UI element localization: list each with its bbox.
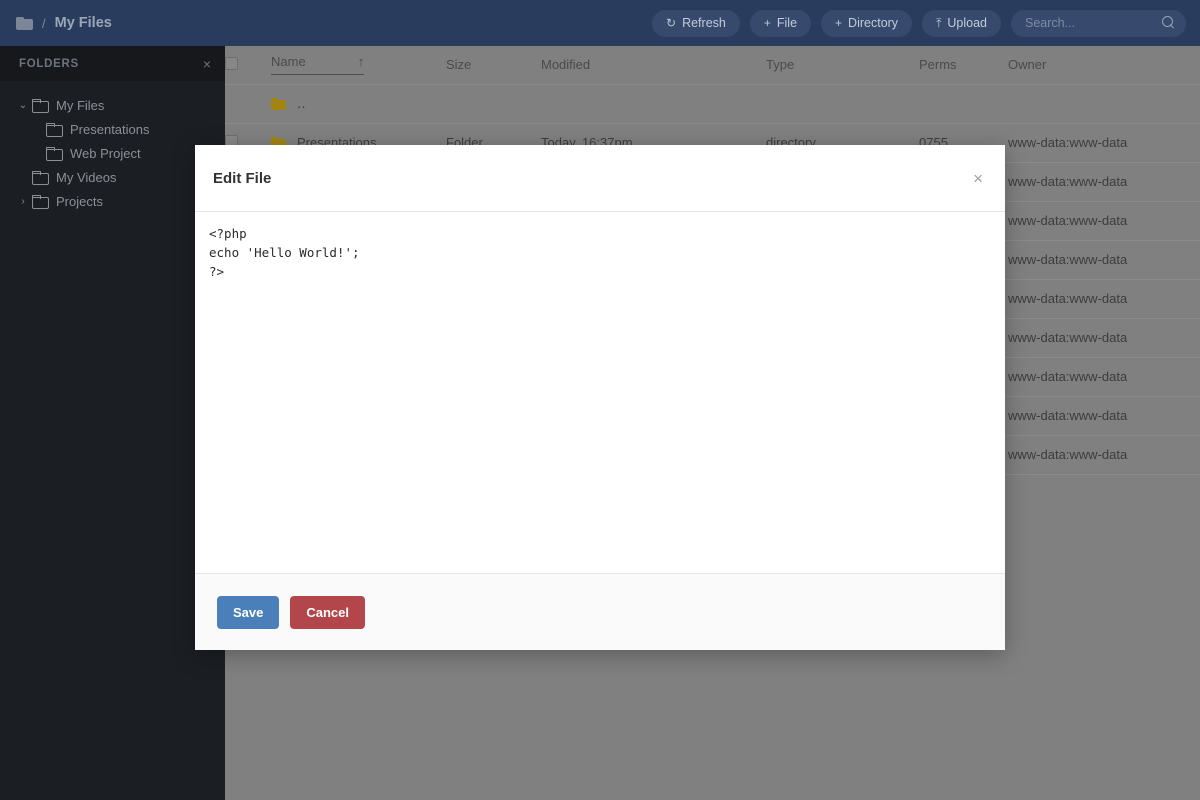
sidebar-item-my-videos[interactable]: My Videos — [0, 165, 225, 189]
sort-ascending-icon: ↑ — [357, 54, 365, 70]
cell-owner: www-data:www-data — [1008, 357, 1200, 397]
new-file-button[interactable]: + File — [749, 9, 812, 37]
column-header-modified[interactable]: Modified — [541, 46, 766, 85]
breadcrumb: / My Files — [16, 15, 112, 31]
column-header-name[interactable]: Name ↑ — [271, 46, 446, 85]
sidebar-title: FOLDERS — [19, 57, 79, 70]
table-row-parent[interactable]: ‥ — [225, 84, 1200, 124]
modal-title: Edit File — [213, 169, 272, 187]
sidebar-item-label: Presentations — [70, 121, 150, 137]
cell-owner: www-data:www-data — [1008, 123, 1200, 163]
folder-icon — [271, 97, 286, 110]
refresh-label: Refresh — [682, 16, 726, 30]
cell-owner: www-data:www-data — [1008, 240, 1200, 280]
cell-owner: www-data:www-data — [1008, 162, 1200, 202]
column-label-name: Name — [271, 54, 306, 70]
folder-icon — [32, 171, 49, 185]
cell-owner — [1008, 84, 1200, 124]
plus-icon: + — [763, 16, 771, 30]
cell-perms — [919, 84, 1008, 124]
sidebar-item-web-project[interactable]: Web Project — [0, 141, 225, 165]
upload-button[interactable]: ⤒ Upload — [922, 9, 1001, 37]
folder-icon — [46, 147, 63, 161]
cell-modified — [541, 84, 766, 124]
folder-tree: ⌄ My Files Presentations Web Project My … — [0, 81, 225, 213]
breadcrumb-current: My Files — [54, 15, 112, 31]
folder-icon — [32, 195, 49, 209]
cancel-button[interactable]: Cancel — [290, 595, 366, 629]
top-actions: ↻ Refresh + File + Directory ⤒ Upload — [652, 9, 1186, 37]
edit-file-modal: Edit File × Save Cancel — [195, 145, 1005, 650]
upload-label: Upload — [947, 16, 987, 30]
file-manager-app: / My Files ↻ Refresh + File + Directory … — [0, 0, 1200, 800]
column-header-type[interactable]: Type — [766, 46, 919, 85]
column-header-size[interactable]: Size — [446, 46, 541, 85]
refresh-button[interactable]: ↻ Refresh — [652, 9, 740, 37]
chevron-down-icon[interactable]: ⌄ — [14, 100, 32, 111]
cell-owner: www-data:www-data — [1008, 318, 1200, 358]
sidebar-item-label: Web Project — [70, 145, 141, 161]
top-bar: / My Files ↻ Refresh + File + Directory … — [0, 0, 1200, 46]
chevron-right-icon[interactable]: › — [14, 196, 32, 207]
close-icon[interactable]: × — [973, 170, 983, 187]
cell-owner: www-data:www-data — [1008, 435, 1200, 475]
parent-directory-label: ‥ — [297, 95, 306, 111]
cell-type — [766, 84, 919, 124]
new-file-label: File — [776, 16, 798, 30]
cell-owner: www-data:www-data — [1008, 279, 1200, 319]
sidebar-item-projects[interactable]: › Projects — [0, 189, 225, 213]
parent-directory-cell[interactable]: ‥ — [271, 84, 446, 124]
modal-header: Edit File × — [195, 145, 1005, 212]
select-all-header — [225, 46, 271, 85]
cell-owner: www-data:www-data — [1008, 201, 1200, 241]
file-content-editor[interactable] — [209, 224, 991, 573]
modal-body — [195, 212, 1005, 573]
sidebar-item-label: My Videos — [56, 169, 117, 185]
upload-icon: ⤒ — [936, 16, 942, 30]
search-box[interactable] — [1011, 9, 1186, 37]
folders-sidebar: FOLDERS × ⌄ My Files Presentations Web P… — [0, 46, 225, 800]
table-header-row: Name ↑ Size Modified Type Perms Owner — [225, 46, 1200, 85]
column-header-perms[interactable]: Perms — [919, 46, 1008, 85]
parent-row-no-checkbox — [225, 84, 271, 124]
sidebar-item-presentations[interactable]: Presentations — [0, 117, 225, 141]
cell-size — [446, 84, 541, 124]
save-button[interactable]: Save — [217, 595, 280, 629]
new-directory-button[interactable]: + Directory — [821, 9, 913, 37]
new-directory-label: Directory — [848, 16, 899, 30]
sidebar-item-my-files[interactable]: ⌄ My Files — [0, 93, 225, 117]
column-header-owner[interactable]: Owner — [1008, 46, 1200, 85]
sidebar-item-label: My Files — [56, 97, 105, 113]
modal-footer: Save Cancel — [195, 573, 1005, 650]
sidebar-header: FOLDERS × — [0, 46, 225, 81]
select-all-checkbox[interactable] — [225, 56, 238, 70]
plus-icon: + — [835, 16, 843, 30]
breadcrumb-separator: / — [42, 15, 46, 31]
refresh-icon: ↻ — [666, 16, 677, 30]
folder-icon — [32, 99, 49, 113]
search-input[interactable] — [1011, 9, 1186, 37]
close-icon[interactable]: × — [203, 57, 211, 71]
cell-owner: www-data:www-data — [1008, 396, 1200, 436]
folder-icon — [16, 16, 33, 30]
sidebar-item-label: Projects — [56, 193, 103, 209]
folder-icon — [46, 123, 63, 137]
